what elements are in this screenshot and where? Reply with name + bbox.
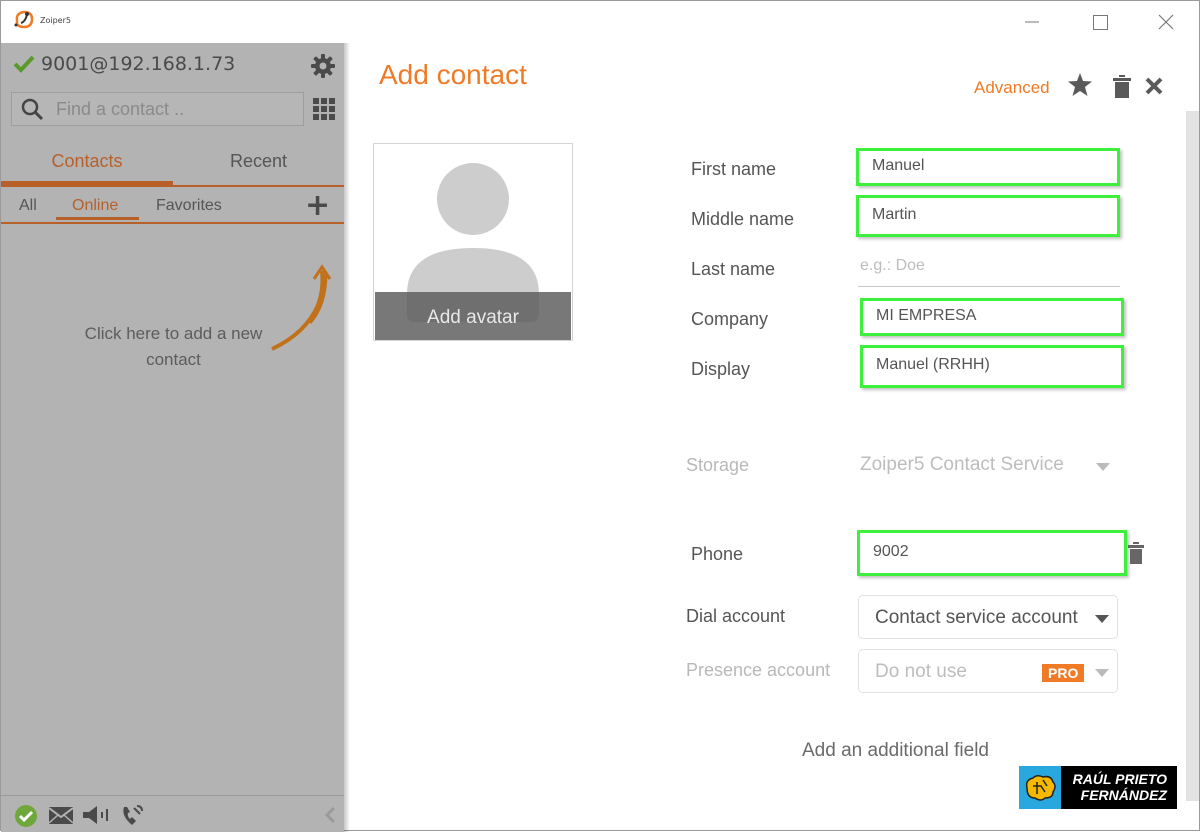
add-contact-button[interactable]: + xyxy=(305,191,330,221)
check-icon xyxy=(13,55,35,73)
search-icon xyxy=(21,98,44,121)
first-name-label: First name xyxy=(691,159,777,179)
phone-label: Phone xyxy=(691,544,744,564)
delete-contact-icon[interactable] xyxy=(1113,75,1131,98)
display-field[interactable] xyxy=(860,345,1124,388)
minimize-button[interactable] xyxy=(1009,1,1055,43)
title-bar: Zoiper5 xyxy=(1,1,1199,43)
contact-search[interactable] xyxy=(11,92,304,126)
watermark-line2: FERNÁNDEZ xyxy=(1080,787,1167,803)
middle-name-field[interactable] xyxy=(856,195,1120,237)
middle-name-label: Middle name xyxy=(691,209,795,229)
last-name-field[interactable] xyxy=(858,249,1120,287)
add-contact-hint: Click here to add a new contact xyxy=(84,324,263,369)
favorite-star-icon[interactable] xyxy=(1068,73,1092,96)
minimize-icon xyxy=(1025,21,1039,23)
sidebar-shadow xyxy=(344,43,350,832)
add-additional-field-button[interactable]: Add an additional field xyxy=(802,740,989,762)
panel-scrollbar[interactable] xyxy=(1186,111,1199,801)
advanced-button[interactable]: Advanced xyxy=(974,78,1050,98)
tab-contacts[interactable]: Contacts xyxy=(1,151,173,172)
messages-icon[interactable] xyxy=(49,807,73,824)
presence-account-label: Presence account xyxy=(686,660,831,680)
watermark-badge: RAÚL PRIETO FERNÁNDEZ xyxy=(1019,766,1177,809)
page-title: Add contact xyxy=(379,59,527,90)
watermark-line1: RAÚL PRIETO xyxy=(1072,771,1167,787)
storage-select[interactable]: Zoiper5 Contact Service xyxy=(860,454,1064,476)
status-online-icon[interactable] xyxy=(14,804,38,828)
maximize-icon xyxy=(1092,14,1108,30)
phone-field[interactable] xyxy=(857,530,1127,576)
sidebar-tabs: Contacts Recent xyxy=(1,143,344,187)
last-name-label: Last name xyxy=(691,259,776,279)
maximize-button[interactable] xyxy=(1077,1,1123,43)
collapse-sidebar-icon[interactable] xyxy=(324,806,336,824)
close-icon xyxy=(1158,14,1174,30)
app-window: Zoiper5 9001@192.168.1.73 Find a contact… xyxy=(0,0,1200,832)
presence-account-chevron-down-icon xyxy=(1095,669,1109,677)
presence-account-select[interactable]: Do not use PRO xyxy=(858,649,1118,693)
account-name: 9001@192.168.1.73 xyxy=(41,53,236,75)
filter-favorites[interactable]: Favorites xyxy=(156,197,222,215)
audio-icon[interactable] xyxy=(83,806,109,824)
tab-recent[interactable]: Recent xyxy=(173,151,344,172)
phone-input[interactable] xyxy=(860,533,1124,573)
company-field[interactable] xyxy=(860,298,1124,336)
avatar-picker[interactable]: Add avatar xyxy=(373,143,573,341)
close-window-button[interactable] xyxy=(1143,1,1189,43)
account-status[interactable]: 9001@192.168.1.73 xyxy=(13,53,235,75)
first-name-input[interactable] xyxy=(859,151,1117,183)
last-name-input[interactable] xyxy=(858,249,1120,286)
dial-account-label: Dial account xyxy=(686,606,786,626)
display-input[interactable] xyxy=(863,348,1121,385)
presence-account-value: Do not use xyxy=(875,661,967,682)
app-title: Zoiper5 xyxy=(40,16,71,25)
call-settings-icon[interactable] xyxy=(120,804,144,828)
close-panel-icon[interactable] xyxy=(1145,77,1163,95)
gear-icon[interactable] xyxy=(311,54,335,78)
watermark-text: RAÚL PRIETO FERNÁNDEZ xyxy=(1061,766,1177,809)
brain-logo-icon xyxy=(1019,766,1061,809)
add-avatar-button[interactable]: Add avatar xyxy=(375,292,571,340)
middle-name-input[interactable] xyxy=(859,198,1117,234)
company-input[interactable] xyxy=(863,301,1121,333)
dial-account-select[interactable]: Contact service account xyxy=(858,595,1118,639)
search-input[interactable] xyxy=(54,97,284,121)
filter-online[interactable]: Online xyxy=(72,197,118,215)
sidebar-bottom-bar xyxy=(1,795,344,832)
storage-chevron-down-icon[interactable] xyxy=(1096,463,1110,471)
display-label: Display xyxy=(691,359,751,379)
dialpad-icon[interactable] xyxy=(313,98,335,120)
first-name-field[interactable] xyxy=(856,148,1120,186)
dial-account-chevron-down-icon xyxy=(1095,615,1109,623)
zoiper-logo-icon xyxy=(14,10,34,29)
active-tab-indicator xyxy=(1,181,173,185)
pro-badge: PRO xyxy=(1042,664,1085,682)
delete-phone-icon[interactable] xyxy=(1128,542,1144,564)
dial-account-value: Contact service account xyxy=(875,607,1078,628)
contact-filters: All Online Favorites xyxy=(1,191,344,224)
company-label: Company xyxy=(691,309,769,329)
storage-label: Storage xyxy=(686,455,750,475)
active-filter-indicator xyxy=(56,217,139,220)
filter-all[interactable]: All xyxy=(19,197,37,215)
